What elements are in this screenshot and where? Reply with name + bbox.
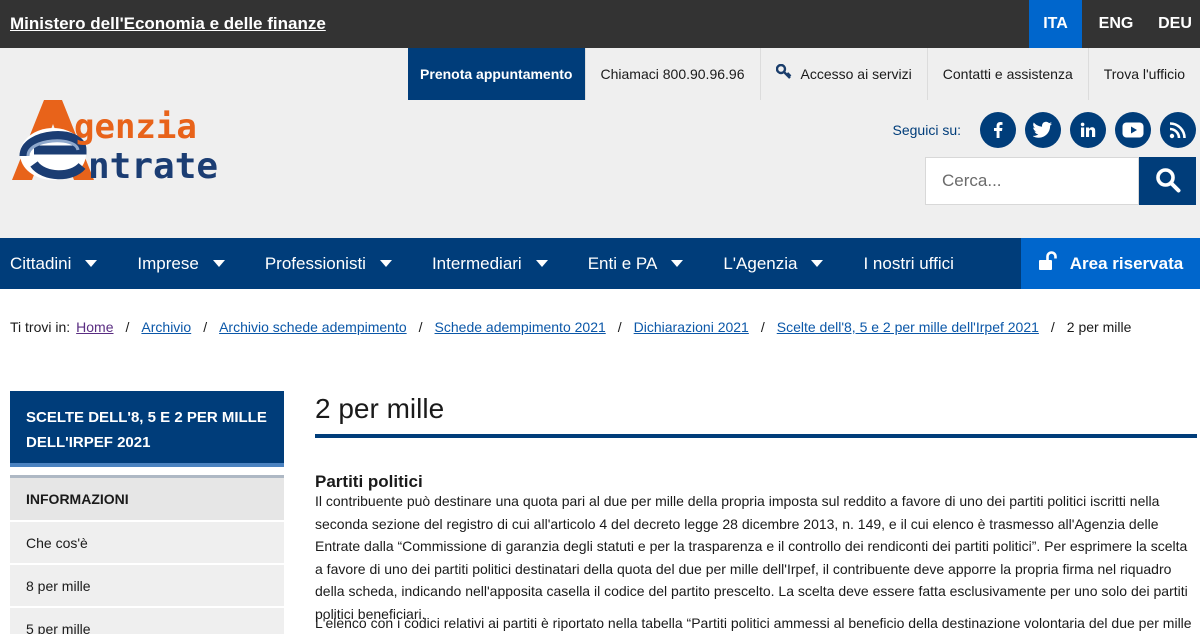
reserved-area-button[interactable]: Area riservata (1021, 238, 1200, 289)
lang-ita[interactable]: ITA (1029, 0, 1082, 48)
content-paragraph: Il contribuente può destinare una quota … (315, 493, 1188, 622)
rss-icon[interactable] (1160, 112, 1196, 148)
services-access-label: Accesso ai servizi (800, 66, 912, 82)
social-links: Seguici su: (893, 112, 1196, 148)
search-input[interactable] (925, 157, 1139, 205)
sidebar-item-che-cose[interactable]: Che cos'è (10, 520, 284, 563)
nav-agenzia[interactable]: L'Agenzia (723, 238, 824, 289)
breadcrumb-separator: / (617, 319, 622, 335)
services-access-link[interactable]: Accesso ai servizi (759, 48, 927, 100)
facebook-icon[interactable] (980, 112, 1016, 148)
breadcrumb-scelte-2021[interactable]: Scelte dell'8, 5 e 2 per mille dell'Irpe… (777, 319, 1039, 335)
nav-cittadini-label: Cittadini (10, 253, 72, 273)
nav-enti-pa-label: Enti e PA (587, 253, 658, 273)
nav-uffici[interactable]: I nostri uffici (863, 238, 953, 289)
nav-enti-pa[interactable]: Enti e PA (588, 238, 684, 289)
nav-uffici-label: I nostri uffici (863, 253, 954, 273)
site-header: Prenota appuntamento Chiamaci 800.90.96.… (0, 48, 1200, 238)
search-button[interactable] (1139, 157, 1196, 205)
main-navigation: Cittadini Imprese Professionisti Interme… (0, 238, 1200, 289)
chevron-down-icon (379, 260, 392, 267)
linkedin-icon[interactable] (1070, 112, 1106, 148)
logo-text-entrate: ntrate (88, 146, 218, 184)
logo-text-agenzia: genzia (74, 107, 197, 147)
youtube-icon[interactable] (1115, 112, 1151, 148)
breadcrumb-home[interactable]: Home (76, 319, 113, 335)
chevron-down-icon (535, 260, 548, 267)
breadcrumb-separator: / (203, 319, 208, 335)
nav-professionisti-label: Professionisti (264, 253, 366, 273)
sidebar-title-underline (10, 463, 284, 467)
lang-eng[interactable]: ENG (1082, 0, 1150, 48)
phone-link[interactable]: Chiamaci 800.90.96.96 (584, 48, 760, 100)
breadcrumb-separator: / (1050, 319, 1055, 335)
breadcrumb-separator: / (418, 319, 423, 335)
nav-intermediari[interactable]: Intermediari (432, 238, 548, 289)
chevron-down-icon (85, 260, 98, 267)
sidebar-title[interactable]: SCELTE DELL'8, 5 E 2 PER MILLE DELL'IRPE… (10, 391, 284, 463)
lang-deu[interactable]: DEU (1150, 0, 1200, 48)
key-icon (775, 63, 792, 84)
breadcrumb-schede-2021[interactable]: Schede adempimento 2021 (435, 319, 606, 335)
nav-cittadini[interactable]: Cittadini (10, 238, 98, 289)
language-switcher: ITA ENG DEU (1029, 0, 1200, 48)
nav-intermediari-label: Intermediari (431, 253, 522, 273)
sidebar-section-informazioni[interactable]: INFORMAZIONI (10, 475, 284, 520)
social-label: Seguici su: (892, 122, 961, 138)
breadcrumb-dichiarazioni-2021[interactable]: Dichiarazioni 2021 (634, 319, 749, 335)
search-bar (925, 157, 1196, 205)
sidebar-item-5-per-mille[interactable]: 5 per mille (10, 606, 284, 634)
nav-imprese[interactable]: Imprese (137, 238, 225, 289)
breadcrumb-separator: / (760, 319, 765, 335)
breadcrumb-label: Ti trovi in: (10, 319, 71, 335)
nav-professionisti[interactable]: Professionisti (265, 238, 392, 289)
content-paragraph: L'elenco con i codici relativi ai partit… (315, 615, 1192, 631)
title-divider (315, 434, 1197, 438)
utility-nav: Prenota appuntamento Chiamaci 800.90.96.… (408, 48, 1200, 100)
nav-agenzia-label: L'Agenzia (723, 253, 798, 273)
breadcrumb-separator: / (125, 319, 130, 335)
breadcrumb-archivio[interactable]: Archivio (141, 319, 191, 335)
chevron-down-icon (811, 260, 824, 267)
book-appointment-button[interactable]: Prenota appuntamento (408, 48, 585, 100)
section-heading: Partiti politici (315, 472, 423, 491)
reserved-area-label: Area riservata (1069, 253, 1184, 273)
search-icon (1155, 167, 1181, 196)
breadcrumb: Ti trovi in: Home / Archivio / Archivio … (10, 319, 1131, 335)
breadcrumb-archivio-schede[interactable]: Archivio schede adempimento (219, 319, 407, 335)
chevron-down-icon (671, 260, 684, 267)
nav-imprese-label: Imprese (137, 253, 199, 273)
ministry-bar: Ministero dell'Economia e delle finanze … (0, 0, 1200, 48)
chevron-down-icon (212, 260, 225, 267)
find-office-link[interactable]: Trova l'ufficio (1087, 48, 1200, 100)
sidebar-item-8-per-mille[interactable]: 8 per mille (10, 563, 284, 606)
contacts-link[interactable]: Contatti e assistenza (926, 48, 1088, 100)
twitter-icon[interactable] (1025, 112, 1061, 148)
unlock-icon (1038, 251, 1058, 276)
ministry-link[interactable]: Ministero dell'Economia e delle finanze (10, 14, 326, 34)
agenzia-entrate-logo[interactable]: genzia ntrate (10, 98, 272, 184)
page-title: 2 per mille (315, 393, 445, 424)
breadcrumb-current: 2 per mille (1066, 319, 1132, 335)
